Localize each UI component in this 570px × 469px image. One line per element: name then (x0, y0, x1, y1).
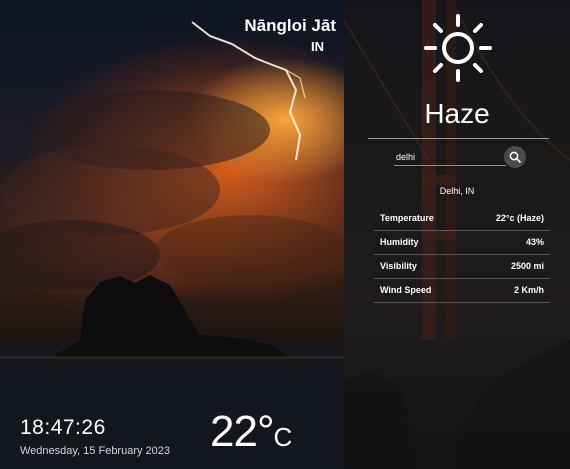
detail-row-visibility: Visibility 2500 mi (374, 256, 550, 279)
clock-time: 18:47:26 (20, 416, 106, 439)
sun-icon (424, 14, 492, 82)
temperature-unit: C (273, 422, 293, 452)
detail-label: Wind Speed (380, 285, 432, 295)
country-code: IN (311, 39, 324, 54)
detail-label: Temperature (380, 213, 434, 223)
detail-value: 43% (525, 237, 544, 247)
detail-value: 22°c (Haze) (495, 213, 544, 223)
detail-row-humidity: Humidity 43% (374, 232, 550, 255)
condition-divider (368, 138, 549, 139)
weather-hero: Nāngloi Jāt IN 18:47:26 Wednesday, 15 Fe… (0, 0, 344, 469)
clock-date: Wednesday, 15 February 2023 (20, 445, 171, 457)
detail-value: 2 Km/h (513, 285, 544, 295)
temperature-value: 22° (210, 407, 275, 456)
detail-value: 2500 mi (510, 261, 544, 271)
weather-condition: Haze (424, 98, 490, 129)
storm-background-image (0, 21, 344, 469)
city-name: Nāngloi Jāt (244, 16, 336, 35)
current-temperature: 22°C (210, 407, 293, 456)
detail-label: Humidity (380, 237, 419, 247)
detail-label: Visibility (380, 261, 417, 271)
selected-place: Delhi, IN (439, 186, 475, 196)
city-search-input[interactable] (394, 149, 506, 166)
detail-row-temperature: Temperature 22°c (Haze) (374, 208, 550, 231)
search-button[interactable] (504, 146, 526, 168)
detail-row-wind-speed: Wind Speed 2 Km/h (374, 280, 550, 303)
search-icon (509, 151, 521, 163)
